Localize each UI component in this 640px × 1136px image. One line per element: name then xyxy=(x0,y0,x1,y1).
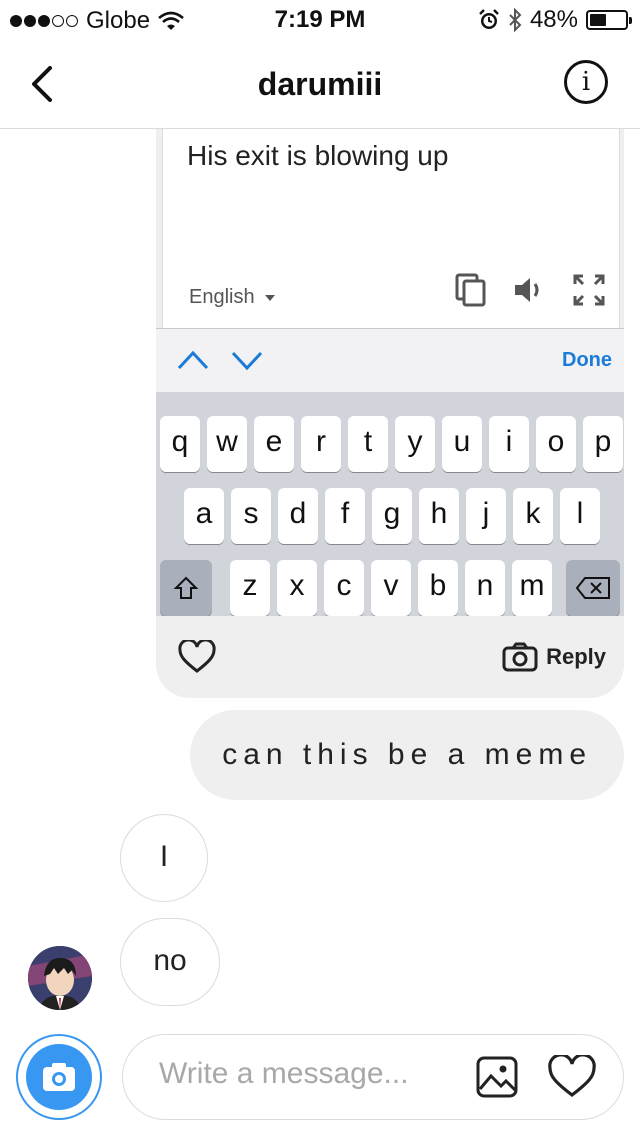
key-m: m xyxy=(512,560,552,616)
battery-percent: 48% xyxy=(529,6,578,33)
keyboard-row: zxcvbnm xyxy=(156,560,624,618)
avatar-illustration xyxy=(28,946,92,1010)
sent-message-bubble[interactable]: can this be a meme xyxy=(190,710,624,800)
conversation-title[interactable]: darumiii xyxy=(0,66,640,103)
key-o: o xyxy=(536,416,576,472)
key-f: f xyxy=(325,488,365,544)
speaker-icon xyxy=(515,278,539,302)
key-v: v xyxy=(371,560,411,616)
message-composer[interactable]: Write a message... xyxy=(122,1034,624,1120)
gallery-icon[interactable] xyxy=(475,1055,519,1099)
reply-label: Reply xyxy=(546,644,606,669)
copy-icon xyxy=(455,273,486,307)
key-a: a xyxy=(184,488,224,544)
heart-icon[interactable] xyxy=(547,1055,597,1099)
key-r: r xyxy=(301,416,341,472)
key-e: e xyxy=(254,416,294,472)
message-input-placeholder[interactable]: Write a message... xyxy=(159,1057,409,1091)
shift-arrow-icon xyxy=(173,576,199,599)
key-x: x xyxy=(277,560,317,616)
battery-icon xyxy=(586,10,632,30)
done-label: Done xyxy=(562,349,612,371)
info-button[interactable]: i xyxy=(564,60,608,104)
camera-button-fill xyxy=(26,1044,92,1110)
translate-card: His exit is blowing up English xyxy=(162,128,620,328)
backspace-icon xyxy=(575,577,610,599)
key-h: h xyxy=(419,488,459,544)
key-g: g xyxy=(372,488,412,544)
camera-icon xyxy=(502,642,538,672)
shared-image-message[interactable]: His exit is blowing up English Done qwer… xyxy=(156,128,624,698)
bluetooth-icon xyxy=(509,8,522,32)
keyboard-image: qwertyuiop asdfghjkl zxcvbnm xyxy=(156,392,624,616)
key-k: k xyxy=(513,488,553,544)
received-message-bubble[interactable]: I xyxy=(120,814,208,902)
key-b: b xyxy=(418,560,458,616)
keyboard-row: asdfghjkl xyxy=(156,488,624,546)
key-q: q xyxy=(160,416,200,472)
reply-button[interactable]: Reply xyxy=(502,642,606,672)
camera-icon xyxy=(43,1063,75,1091)
received-message-bubble[interactable]: no xyxy=(120,918,220,1006)
chevron-down-icon xyxy=(231,351,263,371)
key-u: u xyxy=(442,416,482,472)
language-selector: English xyxy=(189,286,275,309)
key-y: y xyxy=(395,416,435,472)
key-t: t xyxy=(348,416,388,472)
chevron-up-icon xyxy=(177,350,209,370)
alarm-icon xyxy=(479,9,499,29)
expand-icon xyxy=(573,274,605,306)
key-w: w xyxy=(207,416,247,472)
key-z: z xyxy=(230,560,270,616)
status-right-group: 48% xyxy=(478,6,632,34)
key-i: i xyxy=(489,416,529,472)
key-s: s xyxy=(231,488,271,544)
status-bar: Globe 7:19 PM 48% xyxy=(0,0,640,40)
shift-key xyxy=(160,560,212,616)
avatar[interactable] xyxy=(28,946,92,1010)
translated-text: His exit is blowing up xyxy=(187,140,449,171)
like-heart-icon[interactable] xyxy=(178,640,216,674)
conversation-header: darumiii i xyxy=(0,40,640,129)
camera-button[interactable] xyxy=(16,1034,102,1120)
image-reply-bar: Reply xyxy=(156,616,624,698)
keyboard-row: qwertyuiop xyxy=(156,416,624,474)
keyboard-toolbar: Done xyxy=(156,328,624,393)
key-j: j xyxy=(466,488,506,544)
key-n: n xyxy=(465,560,505,616)
key-d: d xyxy=(278,488,318,544)
key-p: p xyxy=(583,416,623,472)
key-l: l xyxy=(560,488,600,544)
backspace-key xyxy=(566,560,620,616)
key-c: c xyxy=(324,560,364,616)
